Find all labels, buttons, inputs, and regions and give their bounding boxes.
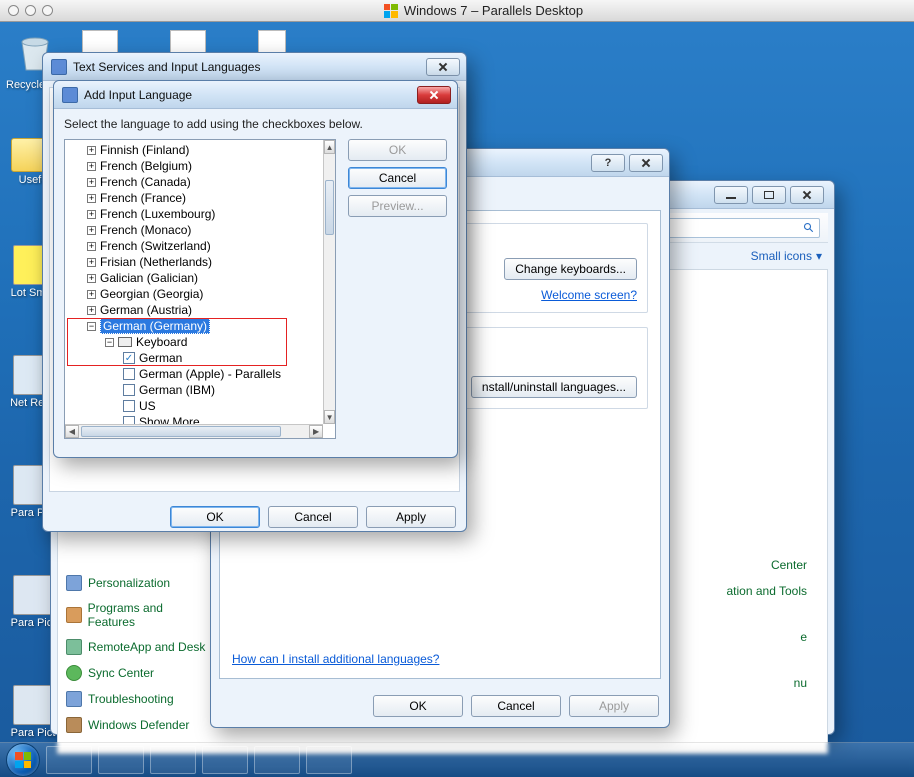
checkbox[interactable] [123, 400, 135, 412]
checkbox[interactable]: ✓ [123, 352, 135, 364]
expand-icon[interactable]: + [87, 210, 96, 219]
scroll-thumb[interactable] [325, 180, 334, 235]
start-button[interactable] [6, 743, 40, 777]
tree-row[interactable]: ✓German [65, 350, 323, 366]
window-minimize-mac[interactable] [25, 5, 36, 16]
window-close-button[interactable] [417, 86, 451, 104]
collapse-icon[interactable]: − [105, 338, 114, 347]
taskbar-item[interactable] [254, 746, 300, 774]
dialog-title: Add Input Language [84, 88, 192, 102]
cancel-button[interactable]: Cancel [268, 506, 358, 528]
tree-row[interactable]: German (IBM) [65, 382, 323, 398]
keyboard-icon [118, 337, 132, 347]
window-close-button[interactable] [790, 186, 824, 204]
cancel-button[interactable]: Cancel [348, 167, 447, 189]
window-close-button[interactable] [629, 154, 663, 172]
apply-button[interactable]: Apply [366, 506, 456, 528]
cp-item[interactable]: nu [794, 676, 807, 690]
tree-row[interactable]: US [65, 398, 323, 414]
cp-item-programs[interactable]: Programs and Features [64, 596, 212, 634]
taskbar-item[interactable] [306, 746, 352, 774]
search-input[interactable] [660, 218, 820, 238]
cp-item[interactable]: Center [771, 558, 807, 572]
scroll-up-icon[interactable]: ▲ [324, 140, 335, 154]
expand-icon[interactable]: + [87, 306, 96, 315]
tree-row[interactable]: −Keyboard [65, 334, 323, 350]
window-maximize-button[interactable] [752, 186, 786, 204]
windows-icon [384, 4, 398, 18]
expand-icon[interactable]: + [87, 146, 96, 155]
tree-row[interactable]: +French (Monaco) [65, 222, 323, 238]
apply-button[interactable]: Apply [569, 695, 659, 717]
welcome-screen-link[interactable]: Welcome screen? [541, 288, 637, 302]
language-tree[interactable]: +Finnish (Finland)+French (Belgium)+Fren… [64, 139, 336, 439]
checkbox[interactable] [123, 368, 135, 380]
expand-icon[interactable]: + [87, 194, 96, 203]
search-icon [803, 222, 815, 234]
ok-button[interactable]: OK [373, 695, 463, 717]
window-zoom-mac[interactable] [42, 5, 53, 16]
cp-item-personalization[interactable]: Personalization [64, 570, 212, 596]
collapse-icon[interactable]: − [87, 322, 96, 331]
expand-icon[interactable]: + [87, 290, 96, 299]
dialog-title: Text Services and Input Languages [73, 60, 260, 74]
add-input-language-dialog: Add Input Language Select the language t… [53, 80, 458, 458]
tree-row[interactable]: +Finnish (Finland) [65, 142, 323, 158]
tree-row[interactable]: +French (Belgium) [65, 158, 323, 174]
tree-row[interactable]: German (Apple) - Parallels [65, 366, 323, 382]
expand-icon[interactable]: + [87, 242, 96, 251]
expand-icon[interactable]: + [87, 226, 96, 235]
window-minimize-button[interactable] [714, 186, 748, 204]
cp-item-sync[interactable]: Sync Center [64, 660, 212, 686]
expand-icon[interactable]: + [87, 258, 96, 267]
checkbox[interactable] [123, 384, 135, 396]
cp-item-defender[interactable]: Windows Defender [64, 712, 212, 738]
change-keyboards-button[interactable]: Change keyboards... [504, 258, 637, 280]
tree-row[interactable]: −German (Germany) [65, 318, 323, 334]
cp-item[interactable]: e [800, 630, 807, 644]
window-close-mac[interactable] [8, 5, 19, 16]
tree-row[interactable]: +Galician (Galician) [65, 270, 323, 286]
taskbar-item[interactable] [202, 746, 248, 774]
taskbar-item[interactable] [98, 746, 144, 774]
scroll-down-icon[interactable]: ▼ [324, 410, 335, 424]
dialog-icon [51, 59, 67, 75]
cp-item-remoteapp[interactable]: RemoteApp and Desk [64, 634, 212, 660]
scroll-thumb[interactable] [81, 426, 281, 437]
install-languages-button[interactable]: nstall/uninstall languages... [471, 376, 637, 398]
vertical-scrollbar[interactable]: ▲ ▼ [323, 140, 335, 424]
ok-button[interactable]: OK [170, 506, 260, 528]
traffic-lights [8, 5, 53, 16]
mac-titlebar: Windows 7 – Parallels Desktop [0, 0, 914, 22]
taskbar-item[interactable] [46, 746, 92, 774]
cancel-button[interactable]: Cancel [471, 695, 561, 717]
help-button[interactable]: ? [591, 154, 625, 172]
ok-button[interactable]: OK [348, 139, 447, 161]
cp-item[interactable]: ation and Tools [726, 584, 807, 598]
horizontal-scrollbar[interactable]: ◀ ▶ [65, 424, 323, 438]
window-close-button[interactable] [426, 58, 460, 76]
instruction-text: Select the language to add using the che… [64, 117, 447, 131]
cp-item-troubleshooting[interactable]: Troubleshooting [64, 686, 212, 712]
scroll-left-icon[interactable]: ◀ [65, 425, 79, 438]
taskbar-item[interactable] [150, 746, 196, 774]
tree-row[interactable]: +Frisian (Netherlands) [65, 254, 323, 270]
taskbar [0, 742, 914, 777]
expand-icon[interactable]: + [87, 274, 96, 283]
tree-row[interactable]: +French (Switzerland) [65, 238, 323, 254]
chevron-down-icon: ▾ [816, 249, 822, 263]
tree-row[interactable]: +French (Luxembourg) [65, 206, 323, 222]
tree-row[interactable]: +French (Canada) [65, 174, 323, 190]
tree-row[interactable]: +Georgian (Georgia) [65, 286, 323, 302]
expand-icon[interactable]: + [87, 162, 96, 171]
tree-row[interactable]: +French (France) [65, 190, 323, 206]
tree-row[interactable]: +German (Austria) [65, 302, 323, 318]
mac-window-title: Windows 7 – Parallels Desktop [404, 3, 583, 18]
install-additional-languages-link[interactable]: How can I install additional languages? [232, 652, 439, 666]
expand-icon[interactable]: + [87, 178, 96, 187]
scroll-right-icon[interactable]: ▶ [309, 425, 323, 438]
dialog-icon [62, 87, 78, 103]
preview-button[interactable]: Preview... [348, 195, 447, 217]
windows-icon [15, 752, 31, 768]
